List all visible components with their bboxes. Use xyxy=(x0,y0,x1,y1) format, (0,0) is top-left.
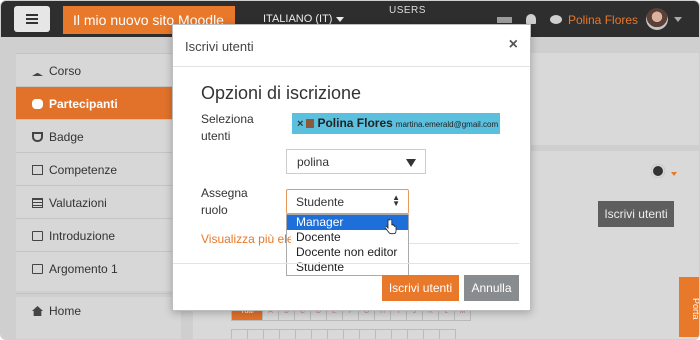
porta-tab[interactable]: Porta xyxy=(679,277,699,337)
gear-icon[interactable] xyxy=(651,164,665,178)
show-more-link[interactable]: Visualizza più elementi... xyxy=(201,232,291,246)
avatar[interactable] xyxy=(646,8,668,30)
caret-down-icon[interactable] xyxy=(671,172,677,176)
user-search-value: polina xyxy=(297,155,330,169)
hand-pointer-icon xyxy=(385,219,397,235)
sidebar-item-argomento-1[interactable]: Argomento 1 xyxy=(16,251,181,284)
cancel-button[interactable]: Annulla xyxy=(464,275,519,301)
alpha-cell[interactable] xyxy=(391,329,408,339)
alpha-cell[interactable] xyxy=(263,329,280,339)
alpha-cell[interactable] xyxy=(279,329,296,339)
select-users-label: Seleziona utenti xyxy=(201,112,254,143)
enrol-users-dialog: Iscrivi utenti × Opzioni di iscrizione S… xyxy=(172,24,531,311)
sidebar-item-corso[interactable]: Corso xyxy=(16,53,181,86)
app-window: Il mio nuovo sito Moodle ITALIANO (IT) U… xyxy=(0,0,700,340)
caret-down-icon[interactable] xyxy=(674,17,682,22)
sidebar-item-label: Argomento 1 xyxy=(49,262,118,276)
folder-icon xyxy=(32,231,43,241)
alpha-cell[interactable] xyxy=(407,329,424,339)
select-updown-icon: ▲ ▼ xyxy=(392,193,400,208)
users-progress-bar xyxy=(412,17,512,23)
role-select-value: Studente xyxy=(296,195,345,209)
sidebar-item-valutazioni[interactable]: Valutazioni xyxy=(16,185,181,218)
background-enrol-button[interactable]: Iscrivi utenti xyxy=(598,201,674,227)
role-option-docente-non-editor[interactable]: Docente non editor xyxy=(287,245,408,260)
alpha-cell[interactable] xyxy=(231,329,248,339)
check-square-icon xyxy=(32,165,43,175)
sidebar-item-label: Valutazioni xyxy=(49,196,107,210)
alpha-cell[interactable] xyxy=(375,329,392,339)
sidebar-item-label: Badge xyxy=(49,130,84,144)
sidebar: Corso Partecipanti Badge Competenze Valu… xyxy=(16,53,181,339)
alpha-cell[interactable] xyxy=(439,329,456,339)
role-select[interactable]: Studente ▲ ▼ xyxy=(286,189,409,214)
sidebar-item-label: Partecipanti xyxy=(49,97,118,111)
shield-icon xyxy=(32,132,43,142)
menu-toggle-button[interactable] xyxy=(14,6,50,32)
alpha-cell[interactable] xyxy=(359,329,376,339)
chat-icon[interactable] xyxy=(550,15,562,24)
home-icon xyxy=(32,306,43,316)
sidebar-item-home[interactable]: Home xyxy=(16,293,181,326)
user-avatar-icon xyxy=(306,119,315,128)
divider xyxy=(409,243,519,244)
assign-role-label: Assegna ruolo xyxy=(201,186,248,217)
remove-icon[interactable]: × xyxy=(297,118,303,130)
sidebar-item-label: Home xyxy=(49,304,82,318)
sidebar-item-partecipanti[interactable]: Partecipanti xyxy=(16,86,181,119)
section-title: Opzioni di iscrizione xyxy=(201,83,362,103)
sidebar-item-introduzione[interactable]: Introduzione xyxy=(16,218,181,251)
users-progress-fill xyxy=(412,17,497,23)
dialog-title: Iscrivi utenti xyxy=(185,39,254,54)
dropdown-arrow-icon[interactable] xyxy=(406,159,416,167)
alpha-cell[interactable] xyxy=(295,329,312,339)
dialog-header: Iscrivi utenti × xyxy=(173,25,530,67)
users-label: USERS xyxy=(389,5,426,16)
folder-icon xyxy=(32,264,43,274)
hamburger-icon xyxy=(26,14,38,24)
bell-icon[interactable] xyxy=(526,14,536,24)
caret-down-icon xyxy=(336,16,345,22)
alpha-cell[interactable] xyxy=(247,329,264,339)
selected-user-chip[interactable]: × Polina Flores martina.emerald@gmail.com xyxy=(292,113,500,134)
sidebar-item-label: Competenze xyxy=(49,163,118,177)
alphabet-filter-row-2 xyxy=(231,329,456,339)
dialog-footer-divider xyxy=(173,263,530,264)
alpha-cell[interactable] xyxy=(327,329,344,339)
users-icon xyxy=(32,99,43,109)
sidebar-item-badge[interactable]: Badge xyxy=(16,119,181,152)
alpha-cell[interactable] xyxy=(343,329,360,339)
graduation-cap-icon xyxy=(32,66,43,76)
enrol-users-button[interactable]: Iscrivi utenti xyxy=(382,275,459,301)
close-icon[interactable]: × xyxy=(509,36,518,54)
alpha-cell[interactable] xyxy=(311,329,328,339)
sidebar-item-label: Corso xyxy=(49,64,82,78)
user-name[interactable]: Polina Flores xyxy=(568,13,638,27)
selected-user-email: martina.emerald@gmail.com xyxy=(395,120,499,129)
table-icon xyxy=(32,198,43,208)
sidebar-item-label: Introduzione xyxy=(49,229,116,243)
alpha-cell[interactable] xyxy=(423,329,440,339)
selected-user-name: Polina Flores xyxy=(317,116,393,130)
user-search-select[interactable]: polina xyxy=(286,149,426,174)
sidebar-item-competenze[interactable]: Competenze xyxy=(16,152,181,185)
